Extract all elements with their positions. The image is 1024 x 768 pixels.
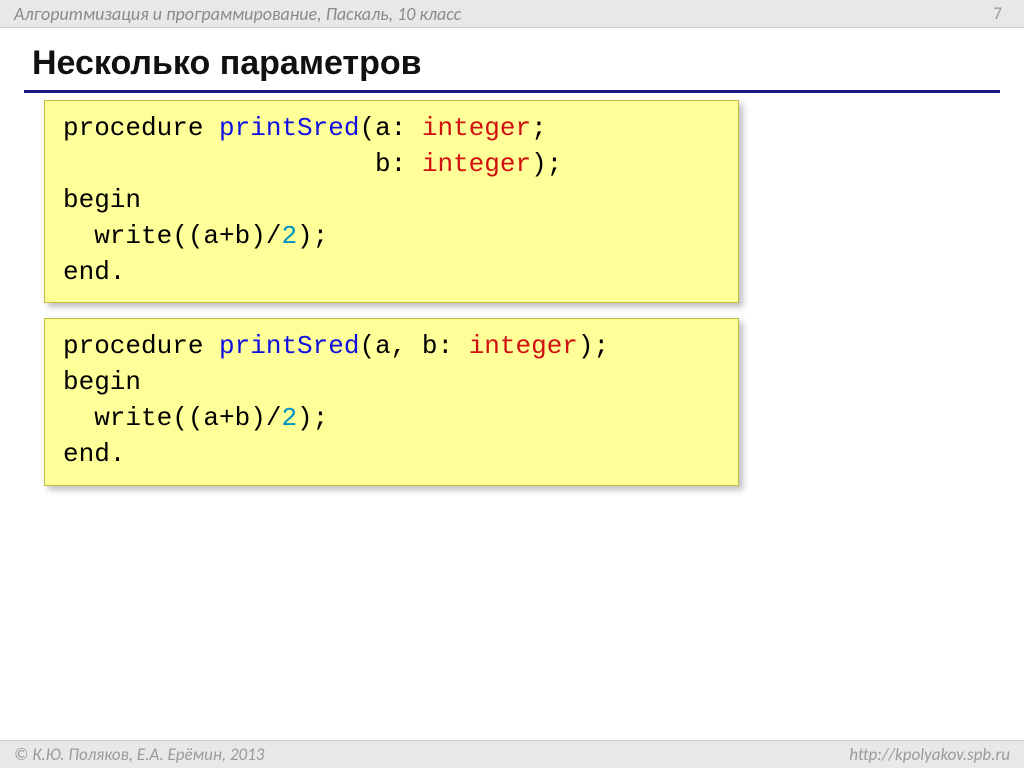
- code-text: (a, b:: [359, 331, 468, 361]
- code-type: integer: [422, 113, 531, 143]
- code-text: ;: [531, 113, 547, 143]
- code-text: begin: [63, 185, 141, 215]
- code-keyword: printSred: [219, 331, 359, 361]
- code-keyword: printSred: [219, 113, 359, 143]
- breadcrumb: Алгоритмизация и программирование, Паска…: [14, 3, 461, 25]
- code-text: );: [531, 149, 562, 179]
- footer-url: http://kpolyakov.spb.ru: [849, 744, 1010, 765]
- code-text: (a:: [359, 113, 421, 143]
- code-number: 2: [281, 221, 297, 251]
- code-text: write((a+b)/: [63, 403, 281, 433]
- code-block-2: procedure printSred(a, b: integer); begi…: [44, 318, 739, 486]
- code-block-1: procedure printSred(a: integer; b: integ…: [44, 100, 739, 303]
- page-number: 7: [993, 3, 1010, 24]
- code-text: begin: [63, 367, 141, 397]
- code-type: integer: [469, 331, 578, 361]
- code-text: );: [578, 331, 609, 361]
- header-bar: Алгоритмизация и программирование, Паска…: [0, 0, 1024, 28]
- code-text: );: [297, 403, 328, 433]
- code-text: end.: [63, 439, 125, 469]
- copyright: ©К.Ю. Поляков, Е.А. Ерёмин, 2013: [14, 744, 264, 765]
- page-title: Несколько параметров: [32, 44, 422, 83]
- title-underline: [24, 90, 1000, 93]
- footer-bar: ©К.Ю. Поляков, Е.А. Ерёмин, 2013 http://…: [0, 740, 1024, 768]
- code-text: );: [297, 221, 328, 251]
- copyright-icon: ©: [14, 744, 28, 765]
- code-text: procedure: [63, 331, 219, 361]
- code-type: integer: [422, 149, 531, 179]
- code-text: procedure: [63, 113, 219, 143]
- code-number: 2: [281, 403, 297, 433]
- code-text: end.: [63, 257, 125, 287]
- code-text: b:: [63, 149, 422, 179]
- copyright-text: К.Ю. Поляков, Е.А. Ерёмин, 2013: [32, 744, 264, 765]
- code-text: write((a+b)/: [63, 221, 281, 251]
